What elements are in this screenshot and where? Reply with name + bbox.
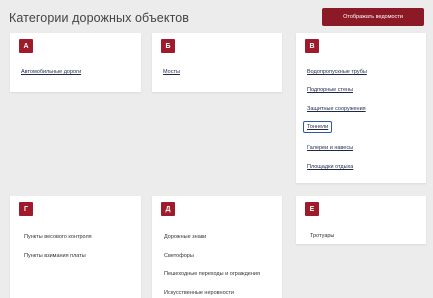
category-item: Пункты весового контроля [24,234,92,240]
category-badge-g: Г [19,202,33,216]
category-link[interactable]: Водопропускные трубы [307,69,367,75]
category-link[interactable]: Галереи и навесы [307,145,353,151]
category-card-e: Е Тротуары [296,196,426,244]
category-item: Искусственные неровности [164,290,234,296]
category-item: Пункты взимания платы [24,253,86,259]
page-title: Категории дорожных объектов [9,11,190,25]
category-item: Дорожные знаки [164,234,207,240]
category-item: Тротуары [310,233,335,239]
category-badge-b: Б [161,39,175,53]
category-link[interactable]: Автомобильные дороги [21,69,81,75]
category-card-g: Г Пункты весового контроля Пункты взиман… [10,196,141,298]
category-link[interactable]: Площадки отдыха [307,164,353,170]
category-link[interactable]: Защитные сооружения [307,106,366,112]
category-item: Пешеходные переходы и ограждения [164,271,260,277]
category-badge-v: В [305,39,319,53]
category-link-focused[interactable]: Тоннели [303,121,333,133]
category-badge-d: Д [161,202,175,216]
category-card-v: В Водопропускные трубы Подпорные стены З… [296,33,426,183]
category-badge-a: А [19,39,33,53]
show-reports-button[interactable]: Отображать ведомости [322,8,424,26]
category-badge-e: Е [305,202,319,216]
category-card-a: А Автомобильные дороги [10,33,141,92]
category-item: Светофоры [164,253,194,259]
category-link[interactable]: Подпорные стены [307,87,353,93]
category-link[interactable]: Мосты [163,69,180,75]
category-card-b: Б Мосты [152,33,282,92]
category-card-d: Д Дорожные знаки Светофоры Пешеходные пе… [152,196,282,298]
